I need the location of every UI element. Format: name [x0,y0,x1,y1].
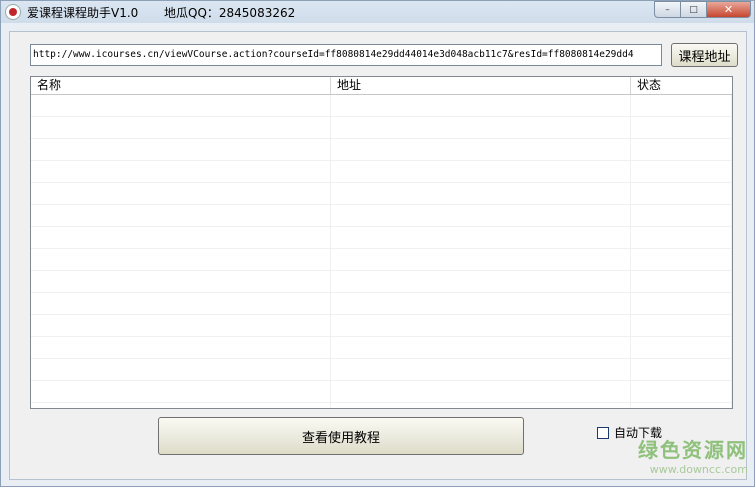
list-row[interactable] [31,161,732,183]
close-button[interactable]: ✕ [707,1,751,18]
list-cell [631,381,732,402]
list-cell [631,271,732,292]
list-cell [31,161,331,182]
list-row[interactable] [31,183,732,205]
list-cell [31,403,331,408]
list-row[interactable] [31,205,732,227]
list-cell [631,293,732,314]
list-cell [631,139,732,160]
list-cell [331,293,631,314]
list-row[interactable] [31,117,732,139]
watermark: 绿色资源网 www.downcc.com [638,434,748,476]
list-cell [631,117,732,138]
list-cell [631,403,732,408]
list-cell [331,95,631,116]
minimize-icon: – [665,4,670,15]
list-cell [331,227,631,248]
list-cell [331,117,631,138]
list-cell [631,227,732,248]
list-cell [31,183,331,204]
maximize-icon: □ [689,4,698,15]
view-tutorial-button[interactable]: 查看使用教程 [158,417,524,455]
list-cell [31,359,331,380]
list-cell [31,315,331,336]
list-row[interactable] [31,249,732,271]
list-row[interactable] [31,359,732,381]
list-cell [631,95,732,116]
list-cell [631,161,732,182]
list-cell [31,227,331,248]
list-cell [331,403,631,408]
maximize-button[interactable]: □ [681,1,707,18]
list-row[interactable] [31,227,732,249]
list-row[interactable] [31,337,732,359]
list-cell [31,249,331,270]
list-cell [31,337,331,358]
column-header-name[interactable]: 名称 [31,77,331,94]
list-cell [331,381,631,402]
list-cell [31,95,331,116]
app-window: 爱课程课程助手V1.0 地瓜QQ：2845083262 – □ ✕ http:/… [0,0,755,487]
course-url-input[interactable]: http://www.icourses.cn/viewVCourse.actio… [30,44,662,66]
list-row[interactable] [31,403,732,408]
app-logo-icon [5,4,21,20]
list-row[interactable] [31,293,732,315]
list-cell [331,337,631,358]
column-header-status[interactable]: 状态 [631,77,732,94]
course-address-button[interactable]: 课程地址 [671,43,738,67]
window-controls: – □ ✕ [654,1,751,19]
list-cell [31,381,331,402]
list-cell [31,117,331,138]
column-header-address[interactable]: 地址 [331,77,631,94]
list-cell [331,249,631,270]
list-cell [631,205,732,226]
list-cell [31,271,331,292]
list-cell [31,205,331,226]
list-cell [331,161,631,182]
list-cell [331,271,631,292]
list-cell [331,139,631,160]
list-body [31,95,732,408]
client-area: http://www.icourses.cn/viewVCourse.actio… [9,31,747,480]
list-row[interactable] [31,381,732,403]
list-cell [31,293,331,314]
close-icon: ✕ [723,3,734,16]
list-cell [31,139,331,160]
auto-download-checkbox[interactable] [597,426,609,439]
list-cell [331,183,631,204]
list-cell [631,359,732,380]
list-row[interactable] [31,315,732,337]
watermark-title: 绿色资源网 [638,438,748,462]
list-header: 名称 地址 状态 [31,77,732,95]
list-cell [631,249,732,270]
list-row[interactable] [31,271,732,293]
list-cell [331,205,631,226]
list-row[interactable] [31,139,732,161]
list-cell [631,183,732,204]
list-cell [331,359,631,380]
author-qq-label: 地瓜QQ：2845083262 [164,6,296,20]
watermark-url: www.downcc.com [649,463,748,476]
list-cell [631,315,732,336]
minimize-button[interactable]: – [654,1,681,18]
course-list[interactable]: 名称 地址 状态 [30,76,733,409]
title-bar[interactable]: 爱课程课程助手V1.0 地瓜QQ：2845083262 – □ ✕ [1,1,754,23]
window-title: 爱课程课程助手V1.0 [27,6,139,20]
list-cell [331,315,631,336]
list-row[interactable] [31,95,732,117]
list-cell [631,337,732,358]
